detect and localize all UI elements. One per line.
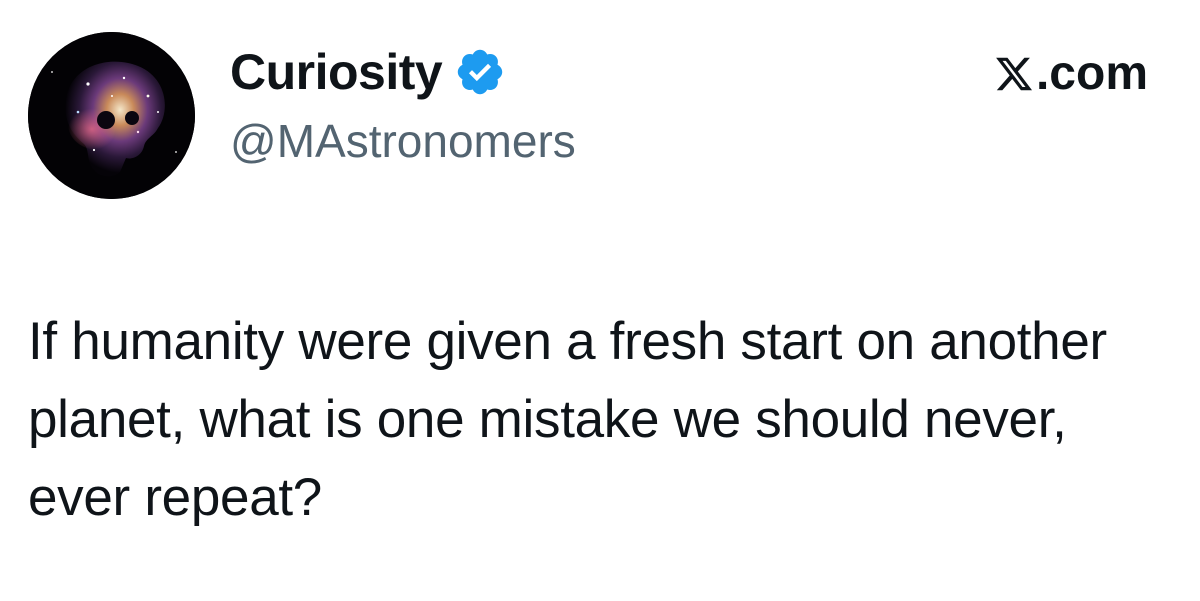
x-logo-icon [994, 54, 1034, 94]
author-name-row[interactable]: Curiosity [230, 40, 506, 104]
verified-badge-icon [454, 46, 506, 98]
source-link[interactable]: .com [994, 50, 1148, 98]
display-name[interactable]: Curiosity [230, 47, 443, 97]
source-label: .com [1035, 47, 1148, 100]
avatar[interactable] [28, 32, 195, 199]
cosmic-skull-avatar-image [28, 32, 195, 199]
tweet-text: If humanity were given a fresh start on … [28, 312, 1107, 527]
author-handle[interactable]: @MAstronomers [230, 118, 576, 164]
